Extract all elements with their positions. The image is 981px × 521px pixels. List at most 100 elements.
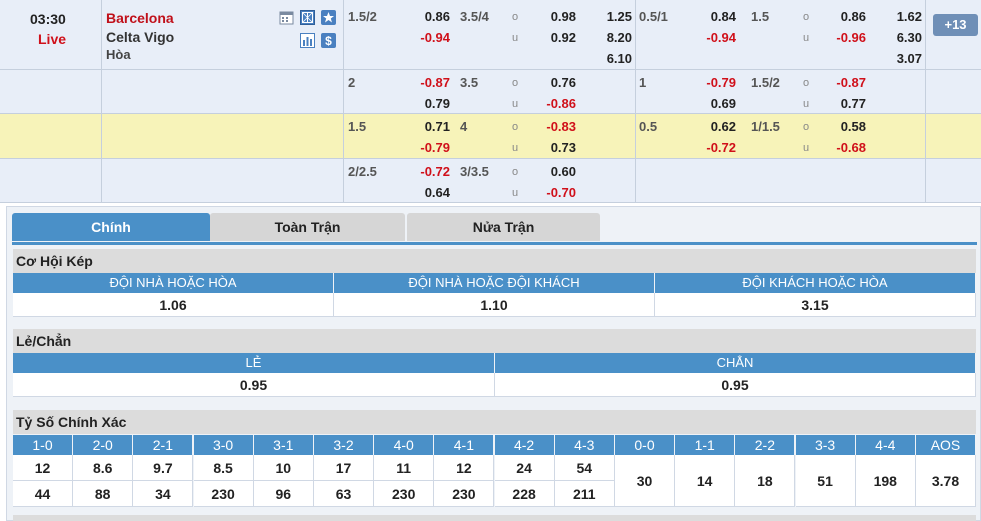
- over-label: o: [803, 11, 810, 23]
- score-odds-draw[interactable]: 14: [675, 455, 736, 507]
- score-odds-draw[interactable]: 18: [735, 455, 796, 507]
- ht-1x2-draw[interactable]: 3.07: [876, 51, 922, 66]
- score-odds-home-win[interactable]: 54: [554, 455, 615, 481]
- score-odds-away-win[interactable]: 96: [253, 481, 314, 507]
- score-header: 3-1: [253, 435, 314, 455]
- ht-1x2-home[interactable]: 1.62: [876, 9, 922, 24]
- score-odds-home-win[interactable]: 17: [314, 455, 374, 481]
- tab-underline: [12, 242, 977, 245]
- double-chance-odds[interactable]: 1.06: [13, 293, 334, 317]
- ft-handicap-home[interactable]: 0.86: [404, 9, 450, 24]
- ft-handicap-home[interactable]: -0.72: [404, 164, 450, 179]
- ft-1x2-home[interactable]: 1.25: [586, 9, 632, 24]
- ft-under-odds[interactable]: -0.70: [530, 185, 576, 200]
- double-chance-header: ĐỘI NHÀ HOẶC HÒA: [13, 273, 334, 293]
- tab-half-match[interactable]: Nửa Trận: [407, 213, 600, 241]
- dollar-icon[interactable]: $: [321, 33, 336, 48]
- ft-over-odds[interactable]: 0.76: [530, 75, 576, 90]
- double-chance-odds[interactable]: 3.15: [655, 293, 976, 317]
- ft-1x2-draw[interactable]: 6.10: [586, 51, 632, 66]
- star-icon[interactable]: [321, 10, 336, 25]
- score-odds-home-win[interactable]: 24: [494, 455, 555, 481]
- ht-over-odds[interactable]: 0.58: [820, 119, 866, 134]
- score-odds-home-win[interactable]: 8.5: [193, 455, 254, 481]
- ht-handicap-line: 1: [639, 75, 647, 90]
- score-odds-home-win[interactable]: 12: [434, 455, 495, 481]
- score-odds-away-win[interactable]: 228: [494, 481, 555, 507]
- score-odds-home-win[interactable]: 12: [13, 455, 73, 481]
- ht-ou-line: 1.5/2: [751, 75, 780, 90]
- ht-under-odds[interactable]: 0.77: [820, 96, 866, 111]
- ht-under-odds[interactable]: -0.96: [820, 30, 866, 45]
- ft-handicap-line: 1.5/2: [348, 9, 377, 24]
- score-header: 4-0: [374, 435, 435, 455]
- ft-over-odds[interactable]: 0.98: [530, 9, 576, 24]
- score-odds-home-win[interactable]: 11: [374, 455, 435, 481]
- ht-handicap-away[interactable]: -0.94: [690, 30, 736, 45]
- match-status: Live: [38, 31, 67, 47]
- score-header: 1-0: [13, 435, 73, 455]
- under-label: u: [512, 98, 519, 110]
- tab-full-match[interactable]: Toàn Trận: [210, 213, 405, 241]
- score-header: 2-0: [73, 435, 134, 455]
- more-bets-button[interactable]: +13: [933, 14, 978, 36]
- score-odds-home-win[interactable]: 10: [253, 455, 314, 481]
- ht-under-odds[interactable]: -0.68: [820, 140, 866, 155]
- odd-even-odds[interactable]: 0.95: [13, 373, 495, 397]
- score-odds-away-win[interactable]: 63: [314, 481, 374, 507]
- field-icon[interactable]: [300, 10, 315, 25]
- score-odds-away-win[interactable]: 88: [73, 481, 134, 507]
- ht-handicap-line: 0.5: [639, 119, 658, 134]
- ft-handicap-line: 1.5: [348, 119, 367, 134]
- ht-over-odds[interactable]: -0.87: [820, 75, 866, 90]
- ft-over-odds[interactable]: -0.83: [530, 119, 576, 134]
- score-odds-away-win[interactable]: 230: [374, 481, 435, 507]
- score-odds-draw[interactable]: 3.78: [916, 455, 976, 507]
- correct-score-title: Tỷ Số Chính Xác: [13, 410, 976, 434]
- odds-row: 2 -0.87 0.79 3.5 o u 0.76 -0.86 1 -0.79 …: [0, 70, 981, 114]
- score-odds-home-win[interactable]: 9.7: [133, 455, 194, 481]
- ft-handicap-home[interactable]: -0.87: [404, 75, 450, 90]
- ht-handicap-away[interactable]: -0.72: [690, 140, 736, 155]
- ft-under-odds[interactable]: -0.86: [530, 96, 576, 111]
- score-odds-away-win[interactable]: 34: [133, 481, 194, 507]
- ft-handicap-home[interactable]: 0.71: [404, 119, 450, 134]
- calendar-icon[interactable]: [279, 10, 294, 25]
- ft-handicap-away[interactable]: -0.94: [404, 30, 450, 45]
- ft-under-odds[interactable]: 0.92: [530, 30, 576, 45]
- plus-icon: +: [944, 17, 953, 32]
- ft-1x2-away[interactable]: 8.20: [586, 30, 632, 45]
- ht-handicap-home[interactable]: 0.84: [690, 9, 736, 24]
- score-header: 4-4: [855, 435, 916, 455]
- score-odds-home-win[interactable]: 8.6: [73, 455, 134, 481]
- ft-handicap-away[interactable]: -0.79: [404, 140, 450, 155]
- ft-handicap-away[interactable]: 0.79: [404, 96, 450, 111]
- ft-over-odds[interactable]: 0.60: [530, 164, 576, 179]
- under-label: u: [512, 32, 519, 44]
- ht-handicap-home[interactable]: 0.62: [690, 119, 736, 134]
- ft-handicap-away[interactable]: 0.64: [404, 185, 450, 200]
- home-team-name[interactable]: Barcelona: [106, 10, 174, 26]
- score-header: 3-3: [795, 435, 856, 455]
- score-odds-away-win[interactable]: 230: [193, 481, 254, 507]
- ht-handicap-home[interactable]: -0.79: [690, 75, 736, 90]
- ft-ou-line: 3/3.5: [460, 164, 489, 179]
- more-bets-count: 13: [952, 17, 967, 32]
- away-team-name[interactable]: Celta Vigo: [106, 29, 174, 45]
- score-odds-away-win[interactable]: 230: [434, 481, 495, 507]
- stats-icon[interactable]: [300, 33, 315, 48]
- under-label: u: [803, 98, 810, 110]
- ft-handicap-line: 2: [348, 75, 356, 90]
- double-chance-odds[interactable]: 1.10: [334, 293, 655, 317]
- score-odds-away-win[interactable]: 211: [554, 481, 615, 507]
- odd-even-odds[interactable]: 0.95: [495, 373, 976, 397]
- tab-main[interactable]: Chính: [12, 213, 210, 241]
- ht-over-odds[interactable]: 0.86: [820, 9, 866, 24]
- score-odds-draw[interactable]: 30: [615, 455, 675, 507]
- ht-handicap-away[interactable]: 0.69: [690, 96, 736, 111]
- score-odds-draw[interactable]: 51: [795, 455, 856, 507]
- ft-under-odds[interactable]: 0.73: [530, 140, 576, 155]
- score-odds-draw[interactable]: 198: [855, 455, 916, 507]
- ht-1x2-away[interactable]: 6.30: [876, 30, 922, 45]
- score-odds-away-win[interactable]: 44: [13, 481, 73, 507]
